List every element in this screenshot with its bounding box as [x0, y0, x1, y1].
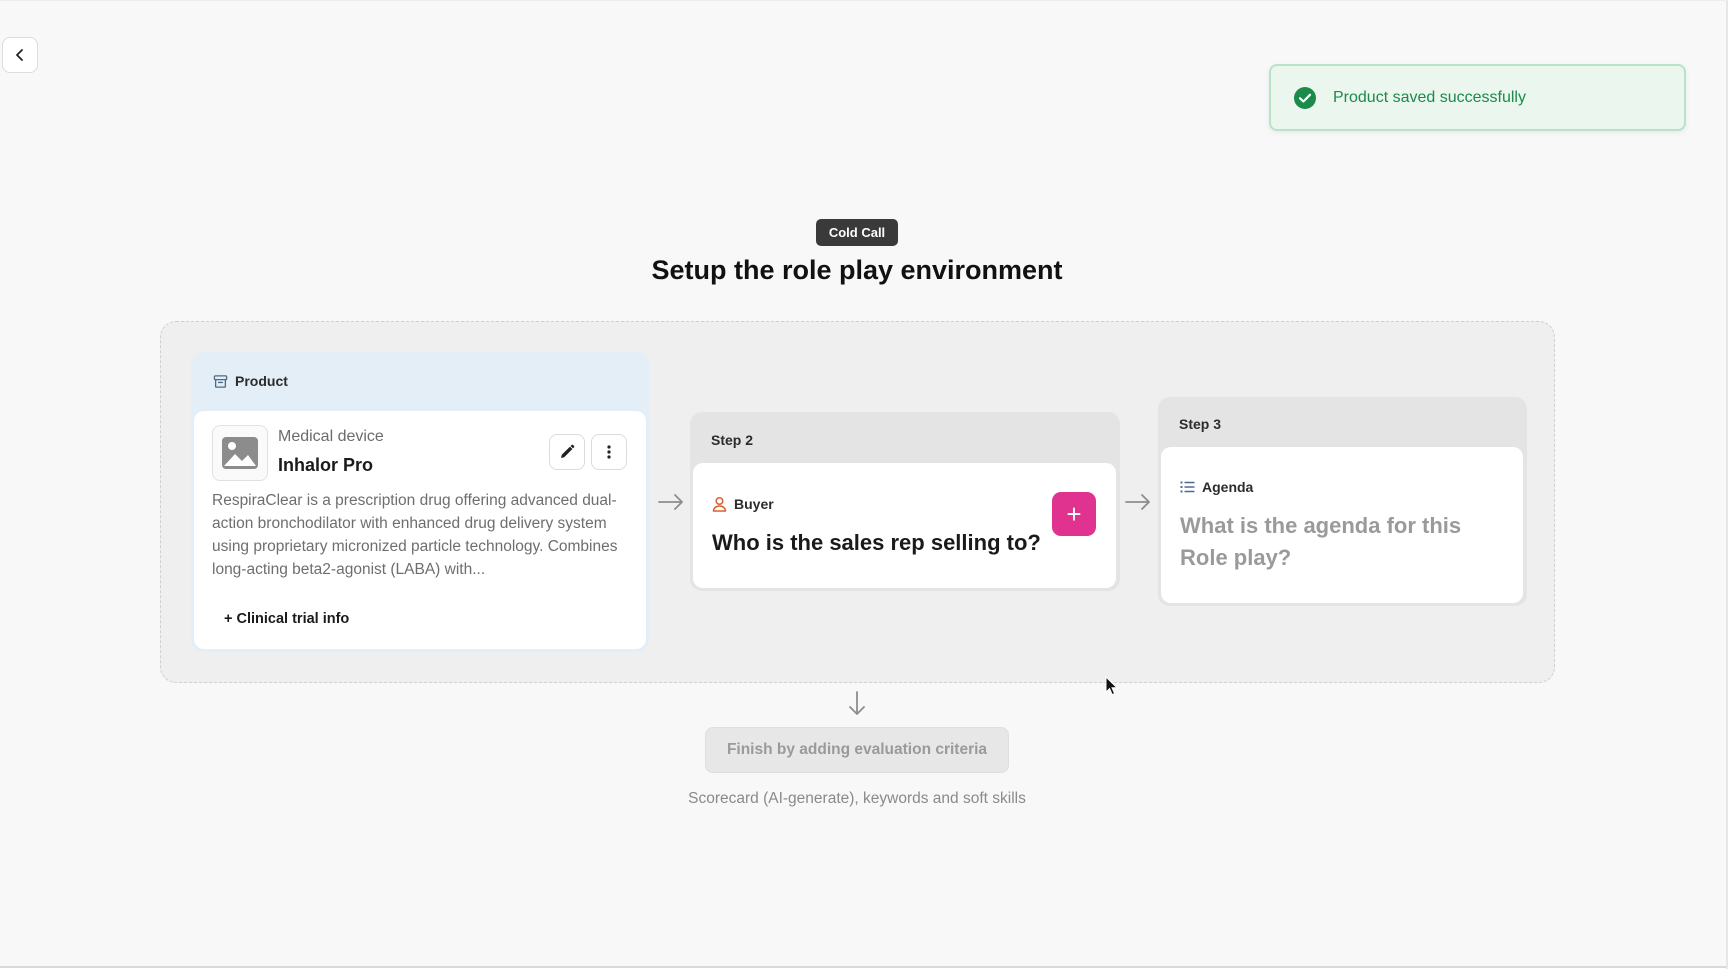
buyer-tag-label: Buyer [734, 496, 774, 512]
person-icon [712, 496, 727, 512]
agenda-card[interactable]: Agenda What is the agenda for this Role … [1161, 447, 1523, 603]
mouse-cursor-icon [1105, 676, 1119, 696]
product-section-header: Product [213, 373, 288, 389]
product-name: Inhalor Pro [278, 455, 374, 475]
success-toast: Product saved successfully [1269, 64, 1686, 131]
step2-label: Step 2 [711, 432, 754, 448]
buyer-tag: Buyer [712, 496, 774, 512]
step3-label: Step 3 [1179, 416, 1222, 432]
add-clinical-trial-info-link[interactable]: + Clinical trial info [224, 611, 349, 627]
app-window: Product saved successfully Cold Call Set… [0, 0, 1728, 969]
finish-subtitle: Scorecard (AI-generate), keywords and so… [688, 790, 1026, 807]
agenda-tag-label: Agenda [1202, 479, 1254, 495]
list-icon [1180, 481, 1195, 493]
flow-arrow-right-icon [1124, 490, 1152, 514]
product-card[interactable]: Medical device Inhalor Pro RespiraClear … [194, 411, 646, 649]
agenda-tag: Agenda [1180, 479, 1253, 495]
finish-evaluation-criteria-button[interactable]: Finish by adding evaluation criteria [705, 727, 1009, 773]
page-title: Setup the role play environment [651, 255, 1063, 285]
product-more-button[interactable] [591, 434, 627, 470]
box-icon [213, 374, 228, 388]
image-placeholder-icon [222, 437, 258, 469]
check-circle-icon [1293, 86, 1317, 110]
chevron-left-icon [16, 49, 23, 61]
buyer-card[interactable]: Buyer Who is the sales rep selling to? + [693, 463, 1116, 588]
toast-message: Product saved successfully [1333, 88, 1526, 106]
product-section-label: Product [235, 373, 288, 389]
mode-badge: Cold Call [816, 219, 898, 246]
more-vertical-icon [607, 445, 611, 459]
product-image [212, 425, 268, 481]
buyer-question: Who is the sales rep selling to? [712, 530, 1041, 555]
pencil-icon [561, 444, 575, 458]
flow-arrow-right-icon [657, 490, 685, 514]
back-button[interactable] [2, 37, 38, 73]
add-buyer-button[interactable]: + [1052, 492, 1096, 536]
product-description: RespiraClear is a prescription drug offe… [212, 492, 618, 578]
agenda-question: What is the agenda for this Role play? [1180, 513, 1462, 570]
product-category: Medical device [278, 428, 384, 445]
flow-arrow-down-icon [845, 689, 869, 717]
edit-product-button[interactable] [549, 434, 585, 470]
